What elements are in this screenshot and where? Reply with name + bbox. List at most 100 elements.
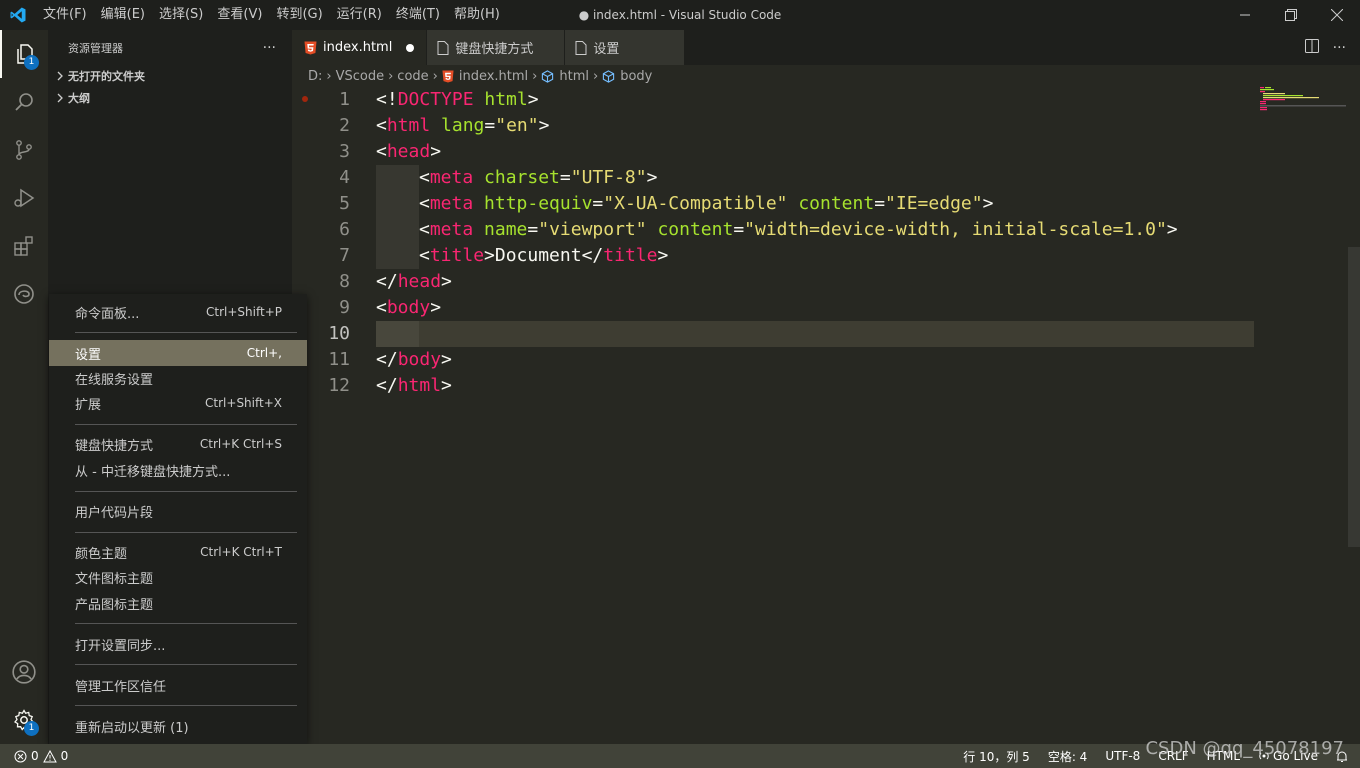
file-icon — [437, 40, 449, 55]
breadcrumb-file[interactable]: index.html — [442, 69, 528, 84]
tab-keyboard-shortcuts[interactable]: 键盘快捷方式 — [427, 30, 566, 65]
code-line: 8 </head> — [292, 269, 1360, 295]
breadcrumb-code[interactable]: code — [397, 69, 428, 84]
menu-item-online-services[interactable]: 在线服务设置 — [49, 365, 307, 391]
menu-item-command-palette[interactable]: 命令面板... Ctrl+Shift+P — [49, 299, 307, 325]
manage-context-menu: 命令面板... Ctrl+Shift+P 设置 Ctrl+, 在线服务设置 扩展 Ct… — [49, 294, 307, 744]
section-no-folder[interactable]: 无打开的文件夹 — [48, 65, 292, 87]
code-line: 12 </html> — [292, 373, 1360, 399]
manage-button[interactable]: 1 — [0, 696, 48, 744]
menu-item-extensions[interactable]: 扩展 Ctrl+Shift+X — [49, 390, 307, 416]
breadcrumb: D: › VScode › code › index.html › html ›… — [292, 65, 1360, 87]
symbol-element-icon — [602, 69, 615, 83]
chevron-right-icon: › — [388, 68, 394, 84]
code-text: </body> — [376, 349, 452, 370]
breadcrumb-html[interactable]: html — [541, 69, 589, 84]
menu-separator — [75, 705, 297, 706]
search-view-button[interactable] — [0, 78, 48, 126]
code-line: 2 <html lang="en"> — [292, 113, 1360, 139]
tab-label: 设置 — [593, 42, 620, 57]
menu-item-settings[interactable]: 设置 Ctrl+, — [49, 340, 307, 366]
menu-file[interactable]: 文件(F) — [36, 0, 94, 30]
tab-index-html[interactable]: index.html — [292, 30, 428, 65]
split-editor-icon — [1304, 38, 1319, 53]
breadcrumb-vscode[interactable]: VScode — [336, 69, 385, 84]
menu-item-restart-update[interactable]: 重新启动以更新 (1) — [49, 713, 307, 739]
more-editor-actions-button[interactable]: ··· — [1333, 40, 1346, 56]
menu-item-migrate-keybindings[interactable]: 从 - 中迁移键盘快捷方式... — [49, 457, 307, 483]
explorer-badge: 1 — [24, 55, 39, 70]
scrollbar-thumb[interactable] — [1348, 247, 1360, 547]
menu-item-workspace-trust[interactable]: 管理工作区信任 — [49, 672, 307, 698]
chevron-right-icon — [52, 71, 68, 81]
title-bar: 文件(F) 编辑(E) 选择(S) 查看(V) 转到(G) 运行(R) 终端(T… — [0, 0, 1360, 30]
chevron-right-icon: › — [326, 68, 332, 84]
code-line: 1 <!DOCTYPE html> — [292, 87, 1360, 113]
menu-terminal[interactable]: 终端(T) — [389, 0, 447, 30]
account-icon — [12, 660, 36, 684]
tab-settings[interactable]: 设置 — [565, 30, 686, 65]
watermark-text: CSDN @qq_45078197 — [1145, 738, 1344, 759]
menu-item-keyboard-shortcuts[interactable]: 键盘快捷方式 Ctrl+K Ctrl+S — [49, 431, 307, 457]
more-actions-button[interactable]: ··· — [263, 40, 276, 56]
code-text: <meta http-equiv="X-UA-Compatible" conte… — [419, 193, 994, 214]
menu-item-product-icon-theme[interactable]: 产品图标主题 — [49, 590, 307, 616]
warning-icon — [42, 749, 57, 762]
problems-indicator[interactable]: 0 0 — [14, 744, 68, 768]
menu-item-file-icon-theme[interactable]: 文件图标主题 — [49, 564, 307, 590]
line-number: 1 — [339, 89, 350, 110]
tab-label: 键盘快捷方式 — [455, 42, 534, 57]
cursor-position[interactable]: 行 10，列 5 — [963, 748, 1030, 765]
menu-run[interactable]: 运行(R) — [330, 0, 389, 30]
minimize-icon — [1240, 14, 1250, 16]
code-line: 11 </body> — [292, 347, 1360, 373]
minimize-button[interactable] — [1222, 0, 1268, 30]
editor-actions: ··· — [1304, 30, 1346, 65]
code-line-current: 10 — [292, 321, 1360, 347]
window-controls — [1222, 0, 1360, 30]
code-line: 9 <body> — [292, 295, 1360, 321]
menu-item-color-theme[interactable]: 颜色主题 Ctrl+K Ctrl+T — [49, 539, 307, 565]
close-icon — [1331, 9, 1343, 21]
menu-item-user-snippets[interactable]: 用户代码片段 — [49, 498, 307, 524]
menu-selection[interactable]: 选择(S) — [152, 0, 210, 30]
vertical-scrollbar[interactable] — [1346, 87, 1360, 744]
line-number: 8 — [339, 271, 350, 292]
accounts-button[interactable] — [0, 648, 48, 696]
minimap[interactable] — [1260, 87, 1346, 117]
menu-separator — [75, 424, 297, 425]
source-control-view-button[interactable] — [0, 126, 48, 174]
run-debug-view-button[interactable] — [0, 174, 48, 222]
close-window-button[interactable] — [1314, 0, 1360, 30]
section-label: 大纲 — [68, 92, 90, 105]
explorer-view-button[interactable]: 1 — [0, 30, 48, 78]
code-text: </head> — [376, 271, 452, 292]
breadcrumb-body[interactable]: body — [602, 69, 652, 84]
menu-item-settings-sync[interactable]: 打开设置同步... — [49, 631, 307, 657]
encoding[interactable]: UTF-8 — [1105, 749, 1140, 763]
indentation[interactable]: 空格: 4 — [1048, 748, 1088, 765]
menu-bar: 文件(F) 编辑(E) 选择(S) 查看(V) 转到(G) 运行(R) 终端(T… — [36, 0, 507, 30]
menu-separator — [75, 332, 297, 333]
menu-help[interactable]: 帮助(H) — [447, 0, 507, 30]
restore-button[interactable] — [1268, 0, 1314, 30]
unsaved-dot-icon[interactable] — [406, 43, 415, 52]
breadcrumb-drive[interactable]: D: — [308, 69, 322, 84]
menu-edit[interactable]: 编辑(E) — [94, 0, 152, 30]
section-outline[interactable]: 大纲 — [48, 87, 292, 109]
chevron-right-icon: › — [593, 68, 599, 84]
extensions-view-button[interactable] — [0, 222, 48, 270]
code-text: <title>Document</title> — [419, 245, 669, 266]
code-text: <html lang="en"> — [376, 115, 550, 136]
source-control-icon — [16, 140, 32, 160]
code-text: </html> — [376, 375, 452, 396]
code-editor[interactable]: 1 <!DOCTYPE html> 2 <html lang="en"> 3 <… — [292, 87, 1360, 744]
line-number: 2 — [339, 115, 350, 136]
menu-view[interactable]: 查看(V) — [210, 0, 269, 30]
edge-devtools-view-button[interactable] — [0, 270, 48, 318]
line-number: 7 — [339, 245, 350, 266]
chevron-right-icon: › — [432, 68, 438, 84]
split-editor-button[interactable] — [1304, 38, 1319, 57]
menu-go[interactable]: 转到(G) — [269, 0, 329, 30]
chevron-right-icon — [52, 93, 68, 103]
